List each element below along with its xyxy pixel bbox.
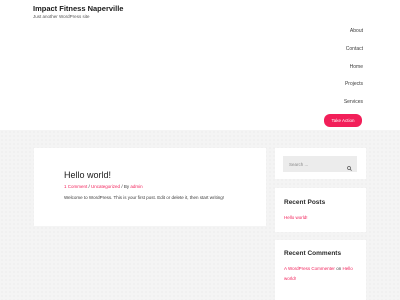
- comment-post-link[interactable]: Hello: [342, 266, 352, 271]
- post-title[interactable]: Hello world!: [64, 170, 111, 180]
- nav-item-projects[interactable]: Projects: [345, 81, 363, 87]
- recent-comment-item: A WordPress Commenter on Hello: [284, 266, 353, 271]
- site-title[interactable]: Impact Fitness Naperville: [33, 4, 123, 13]
- recent-posts-widget: [275, 188, 366, 232]
- recent-comments-title: Recent Comments: [284, 250, 342, 257]
- search-input[interactable]: [283, 156, 357, 172]
- post-excerpt: Welcome to WordPress. This is your first…: [64, 195, 225, 200]
- site-header: Impact Fitness Naperville Just another W…: [0, 0, 400, 130]
- recent-posts-title: Recent Posts: [284, 199, 326, 206]
- recent-post-link[interactable]: Hello world!: [284, 215, 308, 220]
- nav-item-home[interactable]: Home: [350, 64, 363, 70]
- search-icon[interactable]: [347, 166, 352, 171]
- nav-item-contact[interactable]: Contact: [346, 46, 363, 52]
- post-author-link[interactable]: admin: [130, 184, 142, 189]
- site-tagline: Just another WordPress site: [33, 14, 90, 19]
- comment-author-link[interactable]: A WordPress Commenter: [284, 266, 335, 271]
- meta-by-label: / By: [120, 184, 131, 189]
- comment-post-link-continued[interactable]: world!: [284, 276, 296, 281]
- take-action-button[interactable]: Take Action: [324, 114, 362, 127]
- post-comments-link[interactable]: 1 Comment: [64, 184, 87, 189]
- post-category-link[interactable]: Uncategorized: [91, 184, 120, 189]
- post-meta: 1 Comment / Uncategorized / By admin: [64, 184, 143, 189]
- nav-item-services[interactable]: Services: [344, 99, 363, 105]
- nav-item-about[interactable]: About: [350, 28, 363, 34]
